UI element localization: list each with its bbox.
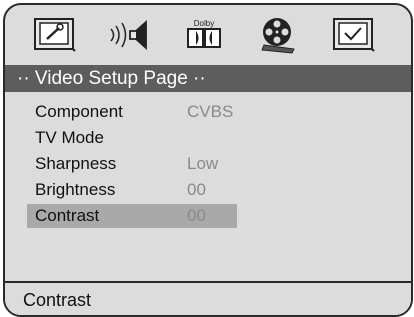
setting-value: 00 xyxy=(187,206,206,225)
status-bar: Contrast xyxy=(5,281,411,315)
speaker-icon xyxy=(110,19,147,51)
dolby-icon: Dolby xyxy=(187,19,221,48)
setting-row-tv-mode[interactable]: TV Mode xyxy=(27,126,237,150)
tab-video-setup[interactable] xyxy=(254,13,302,57)
setting-value: 00 xyxy=(187,180,206,199)
setting-value: Low xyxy=(187,154,219,173)
checkmark-tv-icon xyxy=(333,18,375,52)
setting-row-contrast[interactable]: Contrast 00 xyxy=(27,204,237,228)
page-title: ·· Video Setup Page ·· xyxy=(5,65,411,92)
setting-label: TV Mode xyxy=(35,128,104,147)
tab-preference-setup[interactable] xyxy=(330,13,378,57)
setup-menu-frame: Dolby ·· Video Setup Page ·· Component C… xyxy=(3,3,413,317)
setting-row-sharpness[interactable]: Sharpness Low xyxy=(27,152,237,176)
setting-label: Brightness xyxy=(35,180,116,199)
setting-label: Sharpness xyxy=(35,154,117,173)
dolby-label: Dolby xyxy=(194,19,214,28)
setting-label: Contrast xyxy=(35,206,100,225)
setting-value: CVBS xyxy=(187,102,234,121)
tab-general-setup[interactable] xyxy=(31,13,79,57)
setting-label: Component xyxy=(35,102,123,121)
setting-row-component[interactable]: Component CVBS xyxy=(27,100,237,124)
wrench-tv-icon xyxy=(34,18,76,52)
tab-dolby-setup[interactable]: Dolby xyxy=(180,13,228,57)
setting-row-brightness[interactable]: Brightness 00 xyxy=(27,178,237,202)
film-reel-icon xyxy=(261,18,295,54)
icon-tab-bar: Dolby xyxy=(5,5,411,65)
tab-audio-setup[interactable] xyxy=(106,13,154,57)
